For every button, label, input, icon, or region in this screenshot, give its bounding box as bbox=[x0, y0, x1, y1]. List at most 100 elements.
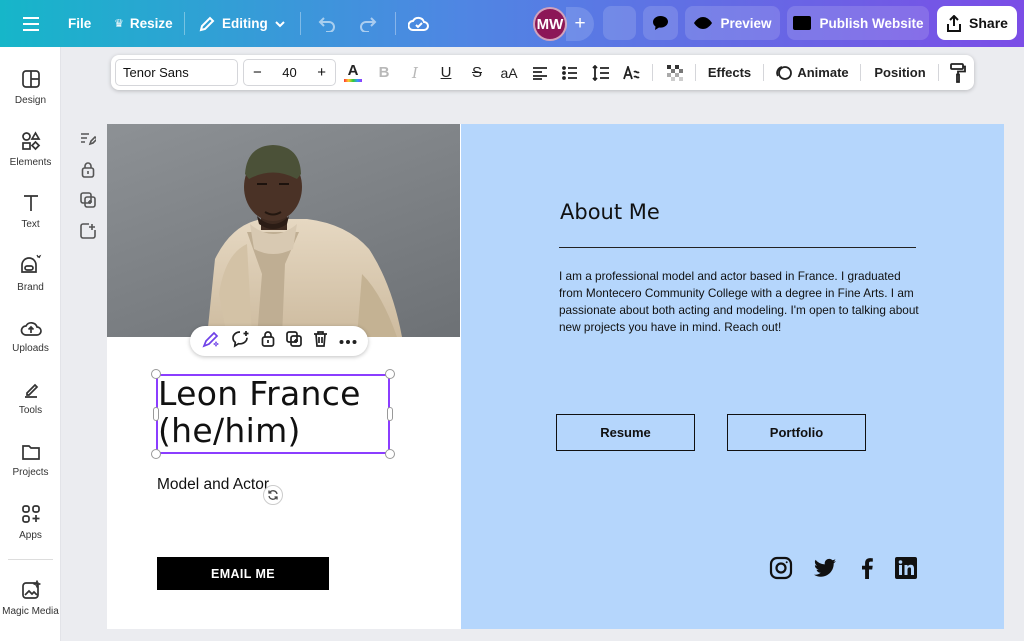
strikethrough-button[interactable]: S bbox=[464, 55, 490, 90]
divider bbox=[300, 12, 301, 35]
editing-dropdown[interactable]: Editing bbox=[198, 0, 286, 47]
italic-button[interactable]: I bbox=[402, 55, 428, 90]
linkedin-icon[interactable] bbox=[894, 556, 918, 580]
lock-page-button[interactable] bbox=[74, 158, 102, 180]
transparency-icon bbox=[667, 64, 683, 81]
heading-divider-line[interactable] bbox=[559, 247, 916, 248]
magic-write-button[interactable] bbox=[201, 330, 220, 353]
duplicate-element-button[interactable] bbox=[285, 330, 302, 352]
text-icon bbox=[23, 195, 38, 211]
letter-case-button[interactable]: aA bbox=[495, 55, 523, 90]
transparency-button[interactable] bbox=[662, 55, 688, 90]
sidebar-item-elements[interactable]: Elements bbox=[0, 122, 61, 177]
file-menu[interactable]: File bbox=[68, 0, 91, 47]
comment-add-icon bbox=[231, 330, 248, 348]
increase-font-size-button[interactable]: + bbox=[317, 64, 326, 81]
font-family-select[interactable]: Tenor Sans bbox=[115, 59, 238, 86]
decrease-font-size-button[interactable]: − bbox=[253, 64, 262, 81]
resume-button[interactable]: Resume bbox=[556, 414, 695, 451]
publish-website-button[interactable]: Publish Website bbox=[787, 6, 929, 40]
resize-handle-right[interactable] bbox=[387, 407, 393, 421]
sidebar-item-brand[interactable]: Brand bbox=[0, 246, 61, 301]
italic-icon: I bbox=[412, 63, 418, 82]
rotate-handle[interactable] bbox=[263, 485, 283, 505]
redo-icon bbox=[360, 16, 377, 32]
sidebar-item-apps[interactable]: Apps bbox=[0, 495, 61, 550]
resize-handle-left[interactable] bbox=[153, 407, 159, 421]
animate-icon bbox=[776, 66, 793, 80]
undo-button[interactable] bbox=[318, 0, 336, 47]
effects-button[interactable]: Effects bbox=[703, 55, 756, 90]
text-color-button[interactable]: A bbox=[340, 55, 366, 90]
design-canvas[interactable]: About Me I am a professional model and a… bbox=[107, 124, 1004, 629]
about-heading[interactable]: About Me bbox=[560, 200, 660, 224]
portrait-illustration bbox=[207, 145, 402, 337]
lock-icon bbox=[261, 331, 274, 347]
text-effects-style-button[interactable] bbox=[619, 55, 647, 90]
list-button[interactable] bbox=[557, 55, 583, 90]
share-button[interactable]: Share bbox=[937, 6, 1017, 40]
copy-style-button[interactable] bbox=[945, 55, 971, 90]
subtitle-text[interactable]: Model and Actor bbox=[157, 476, 269, 494]
selection-box bbox=[156, 374, 390, 454]
resize-handle-top-left[interactable] bbox=[151, 369, 161, 379]
redo-button[interactable] bbox=[359, 0, 377, 47]
design-icon bbox=[21, 70, 40, 88]
elements-icon bbox=[21, 131, 40, 151]
lock-element-button[interactable] bbox=[261, 330, 275, 352]
menu-button[interactable] bbox=[22, 0, 40, 47]
email-me-button[interactable]: EMAIL ME bbox=[157, 557, 329, 590]
about-panel[interactable] bbox=[461, 124, 1004, 629]
sidebar-item-magic-media[interactable]: Magic Media bbox=[0, 571, 61, 626]
sidebar-item-text[interactable]: Text bbox=[0, 184, 61, 239]
portfolio-button[interactable]: Portfolio bbox=[727, 414, 866, 451]
font-size-input[interactable]: 40 bbox=[282, 65, 296, 80]
divider bbox=[695, 64, 696, 81]
preview-button[interactable]: Preview bbox=[685, 6, 780, 40]
comment-icon bbox=[653, 16, 668, 30]
twitter-icon[interactable] bbox=[813, 556, 837, 580]
hamburger-icon bbox=[23, 16, 39, 31]
facebook-icon[interactable] bbox=[855, 556, 879, 580]
strikethrough-icon: S bbox=[471, 64, 482, 81]
insights-button[interactable] bbox=[603, 6, 636, 40]
add-page-button[interactable] bbox=[74, 220, 102, 242]
resize-handle-bottom-left[interactable] bbox=[151, 449, 161, 459]
add-comment-button[interactable] bbox=[231, 330, 250, 353]
bold-button[interactable]: B bbox=[371, 55, 397, 90]
divider bbox=[860, 64, 861, 81]
divider bbox=[763, 64, 764, 81]
text-format-toolbar: Tenor Sans − 40 + A B I U S aA Effects A… bbox=[111, 55, 974, 90]
bio-paragraph[interactable]: I am a professional model and actor base… bbox=[559, 268, 921, 336]
duplicate-page-button[interactable] bbox=[74, 189, 102, 211]
divider bbox=[395, 12, 396, 35]
animate-button[interactable]: Animate bbox=[774, 55, 850, 90]
divider bbox=[184, 12, 185, 35]
position-button[interactable]: Position bbox=[870, 55, 930, 90]
spacing-button[interactable] bbox=[588, 55, 614, 90]
rotate-icon bbox=[268, 490, 278, 500]
sidebar-item-design[interactable]: Design bbox=[0, 60, 61, 115]
sidebar-item-tools[interactable]: Tools bbox=[0, 370, 61, 425]
sidebar-item-projects[interactable]: Projects bbox=[0, 433, 61, 488]
bold-icon: B bbox=[378, 64, 390, 81]
underline-button[interactable]: U bbox=[433, 55, 459, 90]
delete-element-button[interactable] bbox=[313, 330, 328, 352]
sidebar-item-uploads[interactable]: Uploads bbox=[0, 309, 61, 364]
notes-edit-icon bbox=[81, 133, 96, 146]
text-align-button[interactable] bbox=[527, 55, 553, 90]
comments-button[interactable] bbox=[643, 6, 678, 40]
pencil-icon bbox=[199, 16, 215, 31]
resize-handle-top-right[interactable] bbox=[385, 369, 395, 379]
add-collaborator-button[interactable]: + bbox=[566, 7, 594, 41]
avatar[interactable]: MW bbox=[533, 7, 567, 41]
instagram-icon[interactable] bbox=[769, 556, 793, 580]
more-options-button[interactable] bbox=[339, 332, 357, 350]
trash-icon bbox=[313, 331, 327, 347]
resize-button[interactable]: ♛ Resize bbox=[114, 0, 173, 47]
resize-handle-bottom-right[interactable] bbox=[385, 449, 395, 459]
portrait-photo[interactable] bbox=[107, 124, 460, 337]
page-notes-button[interactable] bbox=[74, 128, 102, 150]
top-bar: File ♛ Resize Editing MW + Preview Publi… bbox=[0, 0, 1024, 47]
cloud-save-button[interactable] bbox=[408, 0, 429, 47]
